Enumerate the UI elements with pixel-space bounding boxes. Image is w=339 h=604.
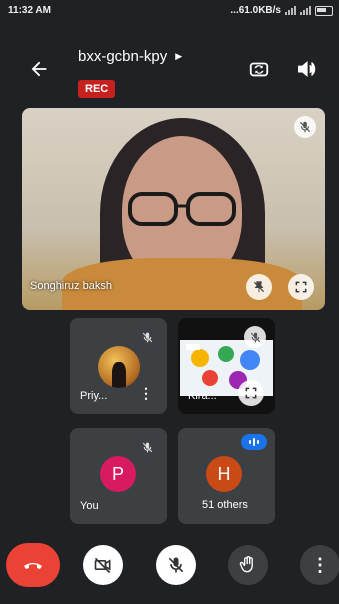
signal-icon-2 [300,6,311,15]
mic-off-icon [142,442,152,452]
muted-indicator [136,326,158,348]
more-options-button[interactable]: ⋮ [300,545,339,585]
status-time: 11:32 AM [8,5,51,16]
muted-indicator [244,326,266,348]
more-options-button[interactable]: ⋮ [139,385,153,402]
participant-tile-others[interactable]: H 51 others [178,428,275,524]
raise-hand-button[interactable] [228,545,268,585]
participant-name: Songhiruz baksh [30,280,112,292]
mic-off-icon [250,332,260,342]
fullscreen-button[interactable] [238,380,264,406]
arrow-left-icon [31,61,47,77]
signal-icon [285,6,296,15]
avatar [98,346,140,388]
microphone-toggle-button[interactable] [156,545,196,585]
status-icons: ...61.0KB/s [230,5,333,16]
camera-off-icon [94,557,111,574]
meeting-code: bxx-gcbn-kpy [78,48,168,65]
others-count-label: 51 others [196,496,254,514]
muted-indicator [294,116,316,138]
mic-off-icon [142,332,152,342]
unpin-button[interactable] [246,274,272,300]
caret-right-icon: ▶ [175,51,183,61]
end-call-button[interactable] [6,543,60,587]
switch-camera-button[interactable] [248,58,270,80]
meeting-title[interactable]: bxx-gcbn-kpy ▶ [78,48,182,65]
hand-icon [239,556,253,573]
speaker-icon [297,61,316,77]
avatar: H [206,456,242,492]
phone-hangup-icon [24,563,42,569]
fullscreen-icon [245,387,257,399]
fullscreen-button[interactable] [288,274,314,300]
participant-name: You [80,500,99,512]
muted-indicator [136,436,158,458]
participant-tile-priya[interactable]: Priy... ⋮ [70,318,167,414]
status-bar: 11:32 AM ...61.0KB/s [0,0,339,22]
battery-icon [315,5,333,16]
fullscreen-icon [295,281,307,293]
mic-off-icon [299,121,311,133]
switch-camera-icon [249,62,269,77]
participant-name: Priy... [80,390,108,402]
participant-tile-kira[interactable]: Kira... [178,318,275,414]
camera-toggle-button[interactable] [83,545,123,585]
recording-badge: REC [78,80,116,98]
back-button[interactable] [28,58,50,80]
more-vert-icon: ⋮ [311,554,329,575]
network-speed: ...61.0KB/s [230,5,281,16]
main-video-tile[interactable]: Songhiruz baksh [22,108,325,310]
audio-output-button[interactable] [295,58,317,80]
participant-name: Kira... [188,390,217,402]
avatar: P [100,456,136,492]
participant-tile-you[interactable]: P You [70,428,167,524]
mic-off-icon [168,557,184,573]
speaking-indicator [241,434,267,450]
pin-off-icon [253,281,265,293]
